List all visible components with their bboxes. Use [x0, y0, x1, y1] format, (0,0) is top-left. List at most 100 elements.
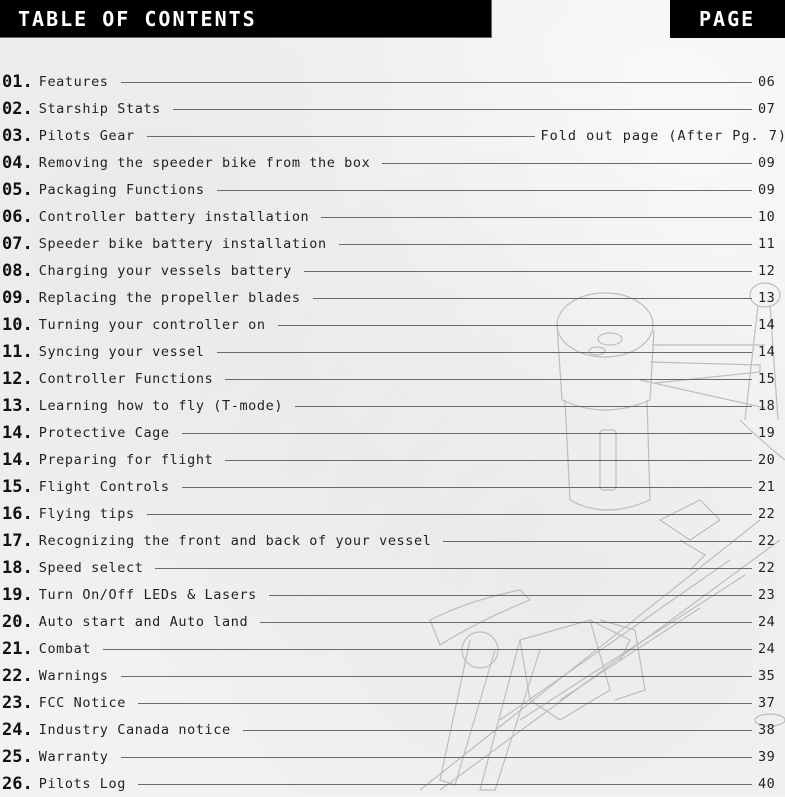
toc-entry-number: 18. — [2, 557, 33, 578]
leader-line — [443, 541, 752, 542]
leader-line — [181, 433, 752, 434]
toc-entry-number: 07. — [2, 233, 33, 254]
toc-entry[interactable]: 14. Preparing for flight 20 — [0, 446, 785, 473]
toc-entry[interactable]: 14. Protective Cage 19 — [0, 419, 785, 446]
toc-entry[interactable]: 02. Starship Stats 07 — [0, 95, 785, 122]
toc-entry-number: 20. — [2, 611, 33, 632]
toc-entry-page: 22 — [758, 532, 776, 549]
toc-entry-page: 21 — [758, 478, 776, 495]
leader-line — [181, 487, 752, 488]
toc-entry-page: 07 — [758, 100, 776, 117]
toc-entry[interactable]: 10. Turning your controller on 14 — [0, 311, 785, 338]
toc-entry-page: 22 — [758, 559, 776, 576]
toc-entry-number: 25. — [2, 746, 33, 767]
toc-title-bar: TABLE OF CONTENTS — [0, 0, 492, 38]
toc-entry[interactable]: 03. Pilots Gear Fold out page (After Pg.… — [0, 122, 785, 149]
toc-entry[interactable]: 01. Features 06 — [0, 68, 785, 95]
toc-entry-number: 10. — [2, 314, 33, 335]
toc-entry[interactable]: 13. Learning how to fly (T-mode) 18 — [0, 392, 785, 419]
leader-line — [138, 703, 752, 704]
toc-entry-number: 01. — [2, 71, 33, 92]
toc-entry-title: Auto start and Auto land — [38, 613, 249, 630]
leader-line — [172, 109, 752, 110]
toc-entry-title: Protective Cage — [38, 424, 170, 441]
toc-entry-page: 13 — [758, 289, 776, 306]
toc-entry-number: 15. — [2, 476, 33, 497]
toc-entry[interactable]: 21. Combat 24 — [0, 635, 785, 662]
toc-entry-title: Packaging Functions — [38, 181, 205, 198]
toc-entry[interactable]: 11. Syncing your vessel 14 — [0, 338, 785, 365]
toc-entry-page: 11 — [758, 235, 776, 252]
toc-entry-title: Recognizing the front and back of your v… — [38, 532, 432, 549]
toc-entry-page: 23 — [758, 586, 776, 603]
toc-entry-number: 12. — [2, 368, 33, 389]
toc-entry[interactable]: 12. Controller Functions 15 — [0, 365, 785, 392]
toc-entry-title: Flying tips — [38, 505, 135, 522]
toc-entry-page: 14 — [758, 343, 776, 360]
toc-entry-number: 11. — [2, 341, 33, 362]
toc-entry-page: 35 — [758, 667, 776, 684]
toc-entry-title: Syncing your vessel — [38, 343, 205, 360]
toc-entry-page: 09 — [758, 181, 776, 198]
toc-entry[interactable]: 20. Auto start and Auto land 24 — [0, 608, 785, 635]
toc-entry-title: Turn On/Off LEDs & Lasers — [38, 586, 257, 603]
toc-entry-title: Preparing for flight — [38, 451, 214, 468]
toc-entry-number: 14. — [2, 449, 33, 470]
toc-entry-title: Controller Functions — [38, 370, 214, 387]
toc-entry-page: 20 — [758, 451, 776, 468]
toc-entry[interactable]: 07. Speeder bike battery installation 11 — [0, 230, 785, 257]
toc-entry-number: 23. — [2, 692, 33, 713]
toc-entry-number: 22. — [2, 665, 33, 686]
toc-entry-number: 24. — [2, 719, 33, 740]
toc-entry-title: Warranty — [38, 748, 109, 765]
toc-entry-title: Controller battery installation — [38, 208, 310, 225]
toc-entry-number: 04. — [2, 152, 33, 173]
toc-entry-title: Flight Controls — [38, 478, 170, 495]
toc-entry-page: 39 — [758, 748, 776, 765]
leader-line — [216, 190, 752, 191]
toc-entry[interactable]: 05. Packaging Functions 09 — [0, 176, 785, 203]
toc-entry[interactable]: 08. Charging your vessels battery 12 — [0, 257, 785, 284]
toc-entry-title: Removing the speeder bike from the box — [38, 154, 371, 171]
toc-entry-title: Turning your controller on — [38, 316, 266, 333]
toc-list: 01. Features 06 02. Starship Stats 07 03… — [0, 68, 785, 797]
toc-entry-page: 22 — [758, 505, 776, 522]
toc-entry[interactable]: 24. Industry Canada notice 38 — [0, 716, 785, 743]
leader-line — [225, 379, 752, 380]
toc-entry[interactable]: 18. Speed select 22 — [0, 554, 785, 581]
toc-entry-number: 21. — [2, 638, 33, 659]
toc-entry-number: 16. — [2, 503, 33, 524]
toc-entry-page: 12 — [758, 262, 776, 279]
leader-line — [242, 730, 752, 731]
toc-entry[interactable]: 17. Recognizing the front and back of yo… — [0, 527, 785, 554]
toc-entry[interactable]: 06. Controller battery installation 10 — [0, 203, 785, 230]
toc-entry-title: Charging your vessels battery — [38, 262, 292, 279]
leader-line — [303, 271, 752, 272]
leader-line — [138, 784, 752, 785]
toc-entry-title: Industry Canada notice — [38, 721, 231, 738]
toc-entry-title: Speeder bike battery installation — [38, 235, 327, 252]
toc-entry[interactable]: 26. Pilots Log 40 — [0, 770, 785, 797]
toc-entry[interactable]: 22. Warnings 35 — [0, 662, 785, 689]
leader-line — [146, 136, 535, 137]
toc-entry-page: 14 — [758, 316, 776, 333]
toc-entry[interactable]: 04. Removing the speeder bike from the b… — [0, 149, 785, 176]
toc-entry[interactable]: 25. Warranty 39 — [0, 743, 785, 770]
toc-entry[interactable]: 19. Turn On/Off LEDs & Lasers 23 — [0, 581, 785, 608]
toc-entry[interactable]: 16. Flying tips 22 — [0, 500, 785, 527]
toc-entry[interactable]: 15. Flight Controls 21 — [0, 473, 785, 500]
toc-entry-title: Learning how to fly (T-mode) — [38, 397, 284, 414]
leader-line — [120, 82, 752, 83]
toc-entry-number: 02. — [2, 98, 33, 119]
toc-entry-title: FCC Notice — [38, 694, 126, 711]
leader-line — [120, 676, 752, 677]
toc-entry[interactable]: 09. Replacing the propeller blades 13 — [0, 284, 785, 311]
page-column-label: PAGE — [699, 7, 756, 31]
toc-entry-number: 14. — [2, 422, 33, 443]
toc-entry[interactable]: 23. FCC Notice 37 — [0, 689, 785, 716]
leader-line — [260, 622, 752, 623]
toc-entry-title: Pilots Gear — [38, 127, 135, 144]
leader-line — [120, 757, 752, 758]
toc-entry-number: 05. — [2, 179, 33, 200]
leader-line — [225, 460, 752, 461]
